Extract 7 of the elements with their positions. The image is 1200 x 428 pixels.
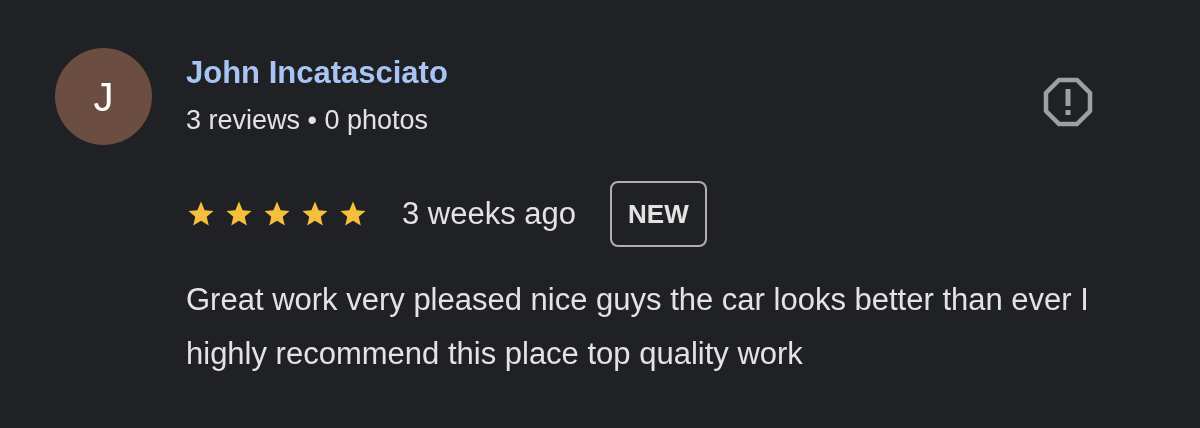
report-icon[interactable] — [1042, 76, 1094, 128]
author-meta: 3 reviews • 0 photos — [186, 104, 430, 137]
new-badge: NEW — [610, 181, 707, 247]
review-text: Great work very pleased nice guys the car looks better than ever I highly recommend this place top quality work — [186, 281, 1090, 373]
review-time: 3 weeks ago — [402, 194, 577, 233]
author-name[interactable]: John Incatasciato — [186, 51, 448, 95]
avatar: J — [55, 48, 152, 145]
